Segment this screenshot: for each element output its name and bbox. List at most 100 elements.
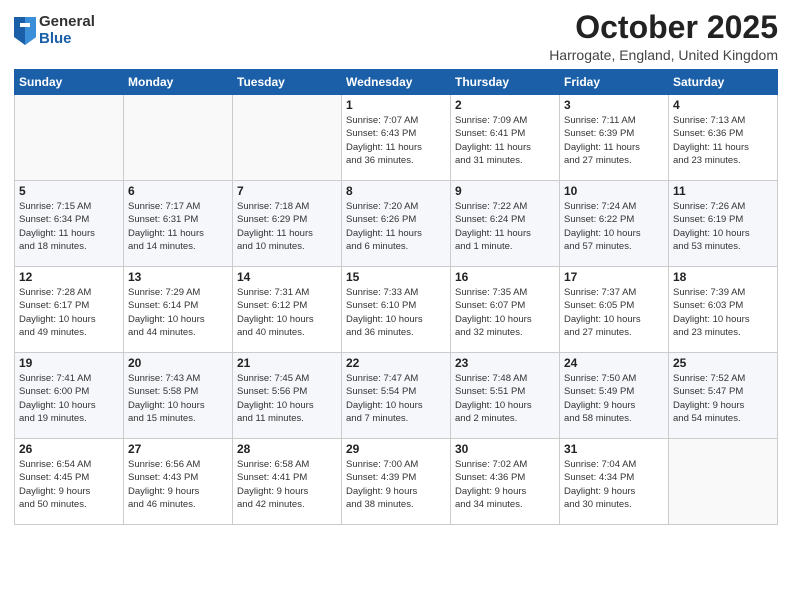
calendar-cell-0-6: 4Sunrise: 7:13 AM Sunset: 6:36 PM Daylig… bbox=[669, 95, 778, 181]
calendar-header-row: Sunday Monday Tuesday Wednesday Thursday… bbox=[15, 70, 778, 95]
calendar-cell-2-5: 17Sunrise: 7:37 AM Sunset: 6:05 PM Dayli… bbox=[560, 267, 669, 353]
week-row-0: 1Sunrise: 7:07 AM Sunset: 6:43 PM Daylig… bbox=[15, 95, 778, 181]
week-row-3: 19 Sunrise: 7:41 AM Sunset: 6:00 PM Dayli… bbox=[15, 353, 778, 439]
col-friday: Friday bbox=[560, 70, 669, 95]
day-info: Sunrise: 7:43 AM Sunset: 5:58 PM Dayligh… bbox=[128, 372, 228, 425]
calendar-cell-0-3: 1Sunrise: 7:07 AM Sunset: 6:43 PM Daylig… bbox=[342, 95, 451, 181]
calendar-cell-1-3: 8 Sunrise: 7:20 AM Sunset: 6:26 PM Daylig… bbox=[342, 181, 451, 267]
day-number: 19 bbox=[19, 356, 119, 370]
day-number: 15 bbox=[346, 270, 446, 284]
calendar: Sunday Monday Tuesday Wednesday Thursday… bbox=[14, 69, 778, 525]
logo-general: General bbox=[39, 14, 95, 31]
calendar-cell-2-4: 16Sunrise: 7:35 AM Sunset: 6:07 PM Dayli… bbox=[451, 267, 560, 353]
day-info: Sunrise: 7:39 AM Sunset: 6:03 PM Dayligh… bbox=[673, 286, 773, 339]
calendar-cell-4-5: 31 Sunrise: 7:04 AM Sunset: 4:34 PM Dayli… bbox=[560, 439, 669, 525]
calendar-cell-2-1: 13 Sunrise: 7:29 AM Sunset: 6:14 PM Dayli… bbox=[124, 267, 233, 353]
day-info: Sunrise: 7:33 AM Sunset: 6:10 PM Dayligh… bbox=[346, 286, 446, 339]
day-info: Sunrise: 7:22 AM Sunset: 6:24 PM Dayligh… bbox=[455, 200, 555, 253]
day-number: 13 bbox=[128, 270, 228, 284]
day-number: 9 bbox=[455, 184, 555, 198]
day-number: 16 bbox=[455, 270, 555, 284]
header: General Blue October 2025 Harrogate, Eng… bbox=[14, 10, 778, 63]
calendar-cell-3-3: 22 Sunrise: 7:47 AM Sunset: 5:54 PM Dayli… bbox=[342, 353, 451, 439]
logo-text: General Blue bbox=[39, 14, 95, 47]
day-number: 10 bbox=[564, 184, 664, 198]
calendar-cell-1-4: 9 Sunrise: 7:22 AM Sunset: 6:24 PM Daylig… bbox=[451, 181, 560, 267]
calendar-cell-4-1: 27 Sunrise: 6:56 AM Sunset: 4:43 PM Dayli… bbox=[124, 439, 233, 525]
day-number: 3 bbox=[564, 98, 664, 112]
calendar-cell-1-5: 10 Sunrise: 7:24 AM Sunset: 6:22 PM Dayli… bbox=[560, 181, 669, 267]
calendar-cell-3-0: 19 Sunrise: 7:41 AM Sunset: 6:00 PM Dayli… bbox=[15, 353, 124, 439]
day-info: Sunrise: 7:47 AM Sunset: 5:54 PM Dayligh… bbox=[346, 372, 446, 425]
day-info: Sunrise: 7:41 AM Sunset: 6:00 PM Dayligh… bbox=[19, 372, 119, 425]
day-info: Sunrise: 7:28 AM Sunset: 6:17 PM Dayligh… bbox=[19, 286, 119, 339]
month-title: October 2025 bbox=[549, 10, 778, 45]
logo: General Blue bbox=[14, 14, 95, 47]
day-number: 7 bbox=[237, 184, 337, 198]
week-row-4: 26 Sunrise: 6:54 AM Sunset: 4:45 PM Dayli… bbox=[15, 439, 778, 525]
day-info: Sunrise: 7:29 AM Sunset: 6:14 PM Dayligh… bbox=[128, 286, 228, 339]
day-info: Sunrise: 6:58 AM Sunset: 4:41 PM Dayligh… bbox=[237, 458, 337, 511]
day-info: Sunrise: 7:17 AM Sunset: 6:31 PM Dayligh… bbox=[128, 200, 228, 253]
day-info: Sunrise: 7:09 AM Sunset: 6:41 PM Dayligh… bbox=[455, 114, 555, 167]
day-info: Sunrise: 7:11 AM Sunset: 6:39 PM Dayligh… bbox=[564, 114, 664, 167]
day-info: Sunrise: 7:48 AM Sunset: 5:51 PM Dayligh… bbox=[455, 372, 555, 425]
week-row-2: 12 Sunrise: 7:28 AM Sunset: 6:17 PM Dayli… bbox=[15, 267, 778, 353]
day-info: Sunrise: 7:18 AM Sunset: 6:29 PM Dayligh… bbox=[237, 200, 337, 253]
day-number: 12 bbox=[19, 270, 119, 284]
calendar-cell-2-3: 15 Sunrise: 7:33 AM Sunset: 6:10 PM Dayli… bbox=[342, 267, 451, 353]
day-number: 28 bbox=[237, 442, 337, 456]
day-info: Sunrise: 7:20 AM Sunset: 6:26 PM Dayligh… bbox=[346, 200, 446, 253]
day-number: 25 bbox=[673, 356, 773, 370]
calendar-cell-4-2: 28 Sunrise: 6:58 AM Sunset: 4:41 PM Dayli… bbox=[233, 439, 342, 525]
day-number: 5 bbox=[19, 184, 119, 198]
day-info: Sunrise: 7:15 AM Sunset: 6:34 PM Dayligh… bbox=[19, 200, 119, 253]
day-info: Sunrise: 7:26 AM Sunset: 6:19 PM Dayligh… bbox=[673, 200, 773, 253]
title-block: October 2025 Harrogate, England, United … bbox=[549, 10, 778, 63]
calendar-cell-2-2: 14Sunrise: 7:31 AM Sunset: 6:12 PM Dayli… bbox=[233, 267, 342, 353]
calendar-cell-3-6: 25 Sunrise: 7:52 AM Sunset: 5:47 PM Dayli… bbox=[669, 353, 778, 439]
day-info: Sunrise: 7:24 AM Sunset: 6:22 PM Dayligh… bbox=[564, 200, 664, 253]
day-info: Sunrise: 7:52 AM Sunset: 5:47 PM Dayligh… bbox=[673, 372, 773, 425]
day-info: Sunrise: 7:13 AM Sunset: 6:36 PM Dayligh… bbox=[673, 114, 773, 167]
day-number: 29 bbox=[346, 442, 446, 456]
calendar-cell-1-0: 5 Sunrise: 7:15 AM Sunset: 6:34 PM Daylig… bbox=[15, 181, 124, 267]
day-number: 2 bbox=[455, 98, 555, 112]
col-thursday: Thursday bbox=[451, 70, 560, 95]
calendar-cell-3-2: 21 Sunrise: 7:45 AM Sunset: 5:56 PM Dayli… bbox=[233, 353, 342, 439]
day-number: 11 bbox=[673, 184, 773, 198]
day-number: 14 bbox=[237, 270, 337, 284]
day-number: 22 bbox=[346, 356, 446, 370]
calendar-cell-2-0: 12 Sunrise: 7:28 AM Sunset: 6:17 PM Dayli… bbox=[15, 267, 124, 353]
day-number: 26 bbox=[19, 442, 119, 456]
day-info: Sunrise: 7:50 AM Sunset: 5:49 PM Dayligh… bbox=[564, 372, 664, 425]
logo-icon bbox=[14, 17, 36, 45]
calendar-cell-4-6 bbox=[669, 439, 778, 525]
day-number: 27 bbox=[128, 442, 228, 456]
day-info: Sunrise: 6:54 AM Sunset: 4:45 PM Dayligh… bbox=[19, 458, 119, 511]
day-number: 31 bbox=[564, 442, 664, 456]
calendar-cell-2-6: 18 Sunrise: 7:39 AM Sunset: 6:03 PM Dayli… bbox=[669, 267, 778, 353]
day-info: Sunrise: 7:37 AM Sunset: 6:05 PM Dayligh… bbox=[564, 286, 664, 339]
calendar-cell-3-4: 23Sunrise: 7:48 AM Sunset: 5:51 PM Dayli… bbox=[451, 353, 560, 439]
day-info: Sunrise: 6:56 AM Sunset: 4:43 PM Dayligh… bbox=[128, 458, 228, 511]
location: Harrogate, England, United Kingdom bbox=[549, 47, 778, 63]
day-number: 18 bbox=[673, 270, 773, 284]
col-tuesday: Tuesday bbox=[233, 70, 342, 95]
day-info: Sunrise: 7:45 AM Sunset: 5:56 PM Dayligh… bbox=[237, 372, 337, 425]
logo-blue: Blue bbox=[39, 31, 95, 48]
day-number: 20 bbox=[128, 356, 228, 370]
calendar-cell-3-5: 24Sunrise: 7:50 AM Sunset: 5:49 PM Dayli… bbox=[560, 353, 669, 439]
day-info: Sunrise: 7:02 AM Sunset: 4:36 PM Dayligh… bbox=[455, 458, 555, 511]
day-info: Sunrise: 7:04 AM Sunset: 4:34 PM Dayligh… bbox=[564, 458, 664, 511]
day-number: 21 bbox=[237, 356, 337, 370]
day-info: Sunrise: 7:07 AM Sunset: 6:43 PM Dayligh… bbox=[346, 114, 446, 167]
day-number: 8 bbox=[346, 184, 446, 198]
day-number: 6 bbox=[128, 184, 228, 198]
calendar-cell-3-1: 20 Sunrise: 7:43 AM Sunset: 5:58 PM Dayli… bbox=[124, 353, 233, 439]
calendar-cell-0-0 bbox=[15, 95, 124, 181]
calendar-cell-4-3: 29Sunrise: 7:00 AM Sunset: 4:39 PM Dayli… bbox=[342, 439, 451, 525]
calendar-cell-4-4: 30Sunrise: 7:02 AM Sunset: 4:36 PM Dayli… bbox=[451, 439, 560, 525]
calendar-cell-1-6: 11 Sunrise: 7:26 AM Sunset: 6:19 PM Dayli… bbox=[669, 181, 778, 267]
calendar-cell-0-2 bbox=[233, 95, 342, 181]
